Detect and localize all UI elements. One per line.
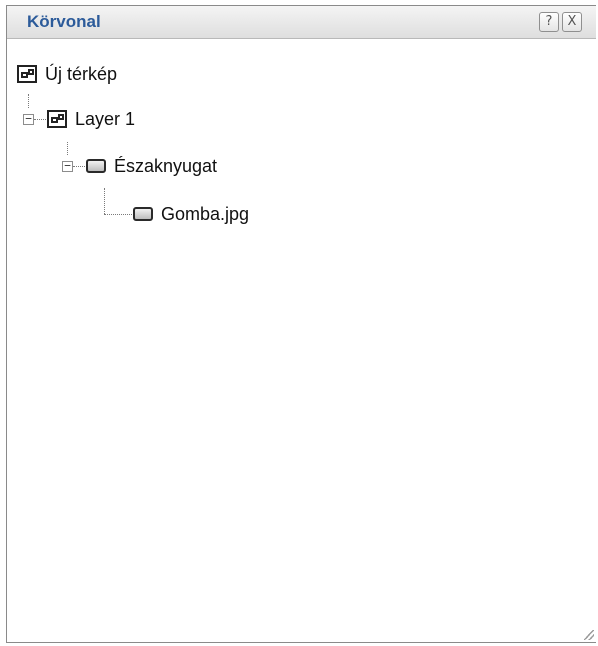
- help-button[interactable]: ?: [539, 12, 559, 32]
- tree-node-label: Északnyugat: [114, 155, 218, 176]
- tree-node-label: Új térkép: [45, 63, 118, 84]
- tree-connector: [67, 142, 68, 155]
- collapse-toggle-group[interactable]: −: [62, 160, 73, 172]
- tree-connector: [104, 214, 132, 215]
- tree-node-layer[interactable]: Layer 1: [47, 105, 135, 133]
- layer-icon: [133, 207, 153, 221]
- tree-node-root[interactable]: Új térkép: [17, 60, 117, 88]
- close-button[interactable]: X: [562, 12, 582, 32]
- tree-connector: [104, 188, 105, 214]
- panel-titlebar: Körvonal ? X: [7, 6, 596, 39]
- panel-title: Körvonal: [27, 12, 101, 31]
- outline-panel: Körvonal ? X Új térkép − Layer 1 − Észak…: [6, 5, 596, 643]
- tree-node-label: Layer 1: [75, 108, 136, 129]
- outline-tree: Új térkép − Layer 1 − Északnyugat Gomba.…: [7, 38, 596, 642]
- tree-connector: [34, 119, 46, 120]
- tree-node-item[interactable]: Gomba.jpg: [133, 200, 249, 228]
- layer-icon: [86, 159, 106, 173]
- resize-grip[interactable]: [584, 630, 594, 640]
- tree-connector: [28, 94, 29, 108]
- tree-node-group[interactable]: Északnyugat: [86, 152, 217, 180]
- tree-connector: [73, 166, 85, 167]
- tree-node-label: Gomba.jpg: [161, 203, 250, 224]
- collapse-toggle-layer[interactable]: −: [23, 113, 34, 125]
- map-icon: [17, 65, 37, 83]
- map-icon: [47, 110, 67, 128]
